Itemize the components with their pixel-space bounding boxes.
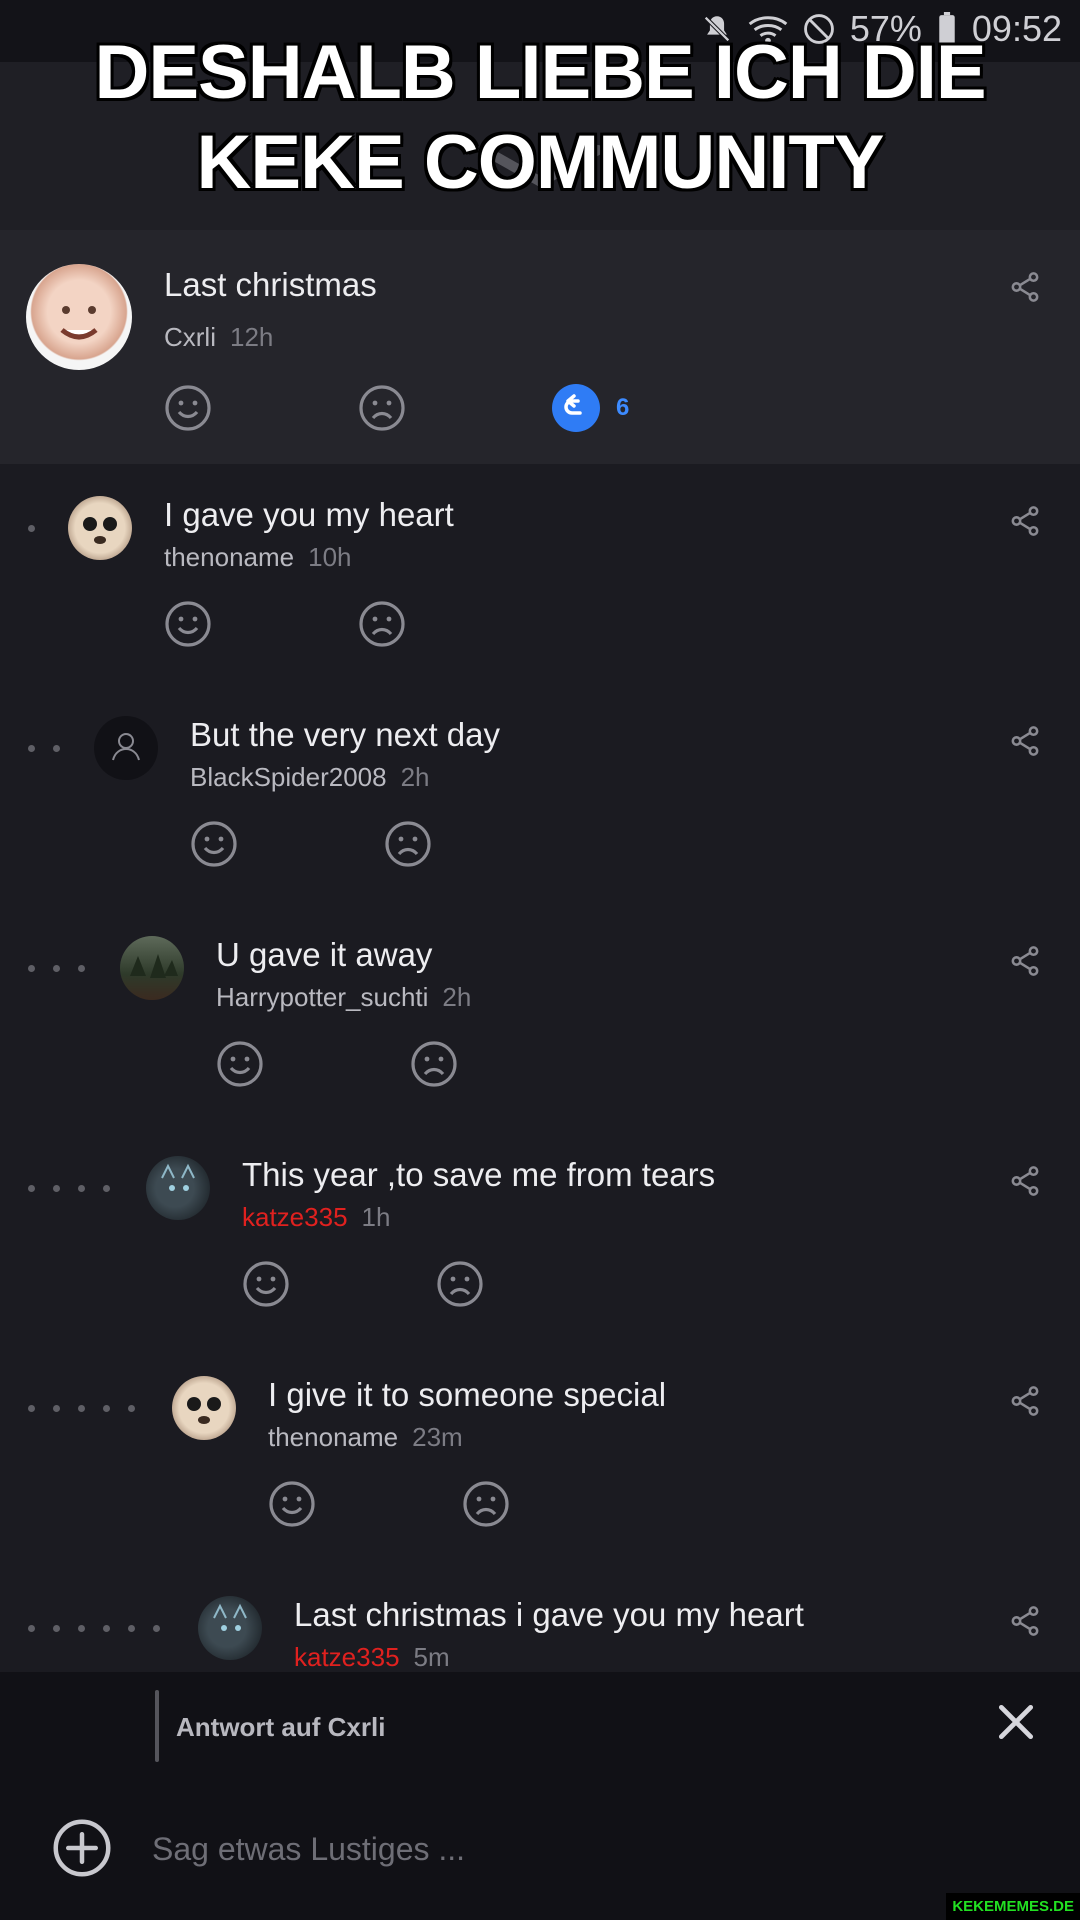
share-icon[interactable]	[1008, 1164, 1042, 1198]
timestamp: 12h	[230, 322, 274, 352]
avatar[interactable]	[146, 1156, 210, 1220]
author-name[interactable]: Cxrli	[164, 322, 216, 352]
post-meta: Cxrli 12h	[164, 322, 273, 353]
timestamp: 5m	[413, 1642, 450, 1672]
share-icon[interactable]	[1008, 724, 1042, 758]
thread-depth-dots	[28, 1625, 160, 1632]
thread-depth-dots	[28, 1405, 135, 1412]
share-icon[interactable]	[1008, 1604, 1042, 1638]
post-title: Last christmas	[164, 266, 377, 303]
author-name[interactable]: katze335	[242, 1202, 348, 1232]
author-name[interactable]: katze335	[294, 1642, 400, 1672]
thread-depth-dots	[28, 745, 60, 752]
happy-face-icon[interactable]	[190, 820, 238, 868]
timestamp: 2h	[400, 762, 430, 792]
root-post[interactable]: Last christmas Cxrli 12h 6	[0, 230, 1080, 464]
comment-title: This year ,to save me from tears	[242, 1156, 716, 1193]
timestamp: 2h	[442, 982, 472, 1012]
author-name[interactable]: Harrypotter_suchti	[216, 982, 428, 1012]
comment-title: I gave you my heart	[164, 496, 454, 533]
comment-meta: Harrypotter_suchti 2h	[216, 982, 471, 1013]
landscape-icon	[130, 954, 178, 978]
comment-meta: katze335 1h	[242, 1202, 390, 1233]
avatar[interactable]	[26, 264, 132, 370]
share-icon[interactable]	[1008, 1384, 1042, 1418]
dog-face-icon	[83, 517, 117, 544]
sad-face-icon[interactable]	[410, 1040, 458, 1088]
sad-face-icon[interactable]	[436, 1260, 484, 1308]
default-user-icon	[112, 733, 140, 761]
watermark: KEKEMEMES.DE	[946, 1893, 1080, 1920]
sad-face-icon[interactable]	[358, 600, 406, 648]
reply-button[interactable]	[552, 384, 600, 432]
author-name[interactable]: thenoname	[268, 1422, 398, 1452]
timestamp: 10h	[308, 542, 352, 572]
dog-face-icon	[187, 1397, 221, 1424]
share-icon[interactable]	[1008, 504, 1042, 538]
thread-depth-dots	[28, 1185, 110, 1192]
add-attachment-icon[interactable]	[52, 1818, 112, 1878]
avatar[interactable]	[94, 716, 158, 780]
reply-indicator-line	[155, 1690, 159, 1762]
comment-meta: katze335 5m	[294, 1642, 450, 1672]
comment-meta: thenoname 10h	[164, 542, 352, 573]
reply-composer: Antwort auf Cxrli	[0, 1672, 1080, 1920]
happy-face-icon[interactable]	[216, 1040, 264, 1088]
comment-item[interactable]: But the very next day BlackSpider2008 2h	[0, 684, 1080, 904]
timestamp: 1h	[361, 1202, 391, 1232]
thread-depth-dots	[28, 965, 85, 972]
comment-item[interactable]: I gave you my heart thenoname 10h	[0, 464, 1080, 684]
close-icon[interactable]	[994, 1700, 1038, 1744]
comment-item[interactable]: Last christmas i gave you my heart katze…	[0, 1564, 1080, 1672]
comment-item[interactable]: I give it to someone special thenoname 23…	[0, 1344, 1080, 1564]
meme-caption: DESHALB LIEBE ICH DIE KEKE COMMUNITY	[94, 30, 986, 205]
author-name[interactable]: BlackSpider2008	[190, 762, 387, 792]
sad-face-icon[interactable]	[462, 1480, 510, 1528]
thread-depth-dots	[28, 525, 35, 532]
avatar[interactable]	[172, 1376, 236, 1440]
happy-face-icon[interactable]	[164, 600, 212, 648]
comment-title: But the very next day	[190, 716, 501, 753]
happy-face-icon[interactable]	[242, 1260, 290, 1308]
comment-meta: thenoname 23m	[268, 1422, 463, 1453]
comment-title: U gave it away	[216, 936, 433, 973]
person-face-icon	[60, 306, 98, 340]
comment-meta: BlackSpider2008 2h	[190, 762, 430, 793]
comment-title: Last christmas i gave you my heart	[294, 1596, 804, 1633]
happy-face-icon[interactable]	[164, 384, 212, 432]
avatar[interactable]	[198, 1596, 262, 1660]
avatar[interactable]	[120, 936, 184, 1000]
sad-face-icon[interactable]	[384, 820, 432, 868]
reply-arrow-icon	[564, 394, 582, 415]
comment-title: I give it to someone special	[268, 1376, 667, 1413]
comment-item[interactable]: U gave it away Harrypotter_suchti 2h	[0, 904, 1080, 1124]
comment-input[interactable]	[150, 1820, 1014, 1878]
reply-count: 6	[616, 394, 630, 421]
share-icon[interactable]	[1008, 270, 1042, 304]
comment-item[interactable]: This year ,to save me from tears katze33…	[0, 1124, 1080, 1344]
timestamp: 23m	[412, 1422, 463, 1452]
share-icon[interactable]	[1008, 944, 1042, 978]
cat-face-icon	[161, 1163, 195, 1191]
cat-face-icon	[213, 1603, 247, 1631]
author-name[interactable]: thenoname	[164, 542, 294, 572]
sad-face-icon[interactable]	[358, 384, 406, 432]
avatar[interactable]	[68, 496, 132, 560]
reply-context-label: Antwort auf Cxrli	[176, 1712, 386, 1742]
happy-face-icon[interactable]	[268, 1480, 316, 1528]
